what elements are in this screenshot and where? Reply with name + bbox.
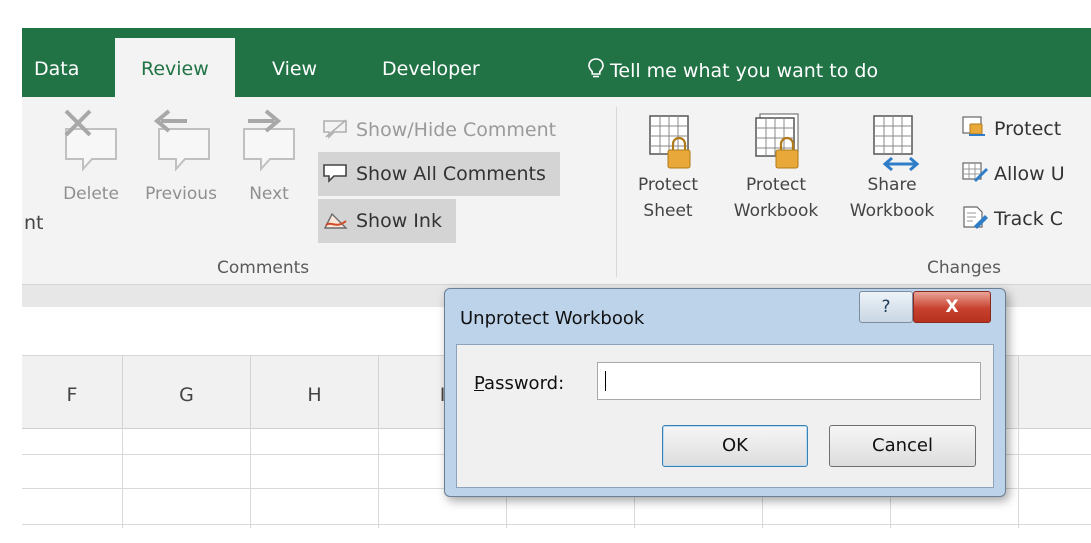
previous-comment-icon bbox=[153, 109, 210, 172]
grid-line bbox=[122, 428, 123, 528]
tab-view[interactable]: View bbox=[272, 58, 317, 80]
track-changes-icon bbox=[963, 206, 988, 229]
tab-developer[interactable]: Developer bbox=[382, 58, 480, 80]
next-comment-button[interactable]: Next bbox=[236, 107, 302, 207]
show-all-comments-button[interactable]: Show All Comments bbox=[318, 152, 560, 196]
delete-comment-button[interactable]: Delete bbox=[56, 107, 126, 207]
show-hide-comment-button[interactable]: Show/Hide Comment bbox=[322, 108, 556, 152]
help-button[interactable]: ? bbox=[859, 291, 913, 323]
close-button[interactable]: X bbox=[913, 291, 991, 323]
truncated-button-label: nt bbox=[24, 212, 44, 234]
grid-line bbox=[378, 428, 379, 528]
show-ink-icon bbox=[323, 212, 348, 229]
allow-users-icon bbox=[962, 162, 988, 182]
close-icon: X bbox=[945, 297, 959, 317]
column-header-h[interactable]: H bbox=[251, 356, 379, 428]
column-header-g[interactable]: G bbox=[123, 356, 251, 428]
previous-comment-button[interactable]: Previous bbox=[136, 107, 226, 207]
comments-group-label: Comments bbox=[217, 258, 310, 278]
ribbon-tab-bar: Data Review View Developer Tell me what … bbox=[22, 28, 1091, 98]
track-changes-button[interactable]: Track C bbox=[960, 205, 1063, 230]
group-separator bbox=[616, 107, 617, 277]
show-ink-button[interactable]: Show Ink bbox=[318, 199, 456, 243]
share-workbook-button[interactable]: Share Workbook bbox=[836, 112, 948, 224]
window-top-strip bbox=[0, 0, 1091, 28]
dialog-body: Password: OK Cancel bbox=[456, 344, 994, 488]
dialog-title: Unprotect Workbook bbox=[460, 308, 645, 329]
protect-workbook-icon bbox=[755, 113, 799, 169]
protect-sheet-button[interactable]: Protect Sheet bbox=[626, 112, 710, 224]
ok-button[interactable]: OK bbox=[662, 425, 808, 467]
password-input[interactable] bbox=[597, 362, 981, 400]
lightbulb-icon bbox=[588, 58, 604, 78]
tell-me-box[interactable]: Tell me what you want to do bbox=[588, 58, 878, 82]
cancel-button[interactable]: Cancel bbox=[829, 425, 976, 467]
share-workbook-icon bbox=[873, 115, 920, 172]
tell-me-text: Tell me what you want to do bbox=[610, 60, 879, 82]
protect-sheet-icon bbox=[649, 115, 691, 169]
text-cursor bbox=[605, 371, 606, 391]
protect-workbook-button[interactable]: Protect Workbook bbox=[720, 112, 832, 224]
delete-comment-icon bbox=[64, 109, 117, 172]
next-comment-icon bbox=[243, 109, 295, 172]
column-header-f[interactable]: F bbox=[22, 356, 123, 428]
show-hide-comment-icon bbox=[323, 119, 347, 139]
grid-line bbox=[1018, 428, 1019, 528]
changes-group-label: Changes bbox=[927, 258, 1001, 278]
tab-review[interactable]: Review bbox=[115, 38, 235, 98]
show-all-comments-icon bbox=[323, 164, 347, 183]
allow-users-edit-ranges-button[interactable]: Allow U bbox=[960, 160, 1065, 185]
grid-line bbox=[22, 524, 1091, 525]
grid-line bbox=[250, 428, 251, 528]
unprotect-workbook-dialog: Unprotect Workbook ? X Password: OK Canc… bbox=[444, 288, 1006, 497]
password-label: Password: bbox=[474, 373, 565, 394]
protect-shared-workbook-button[interactable]: Protect bbox=[960, 115, 1061, 140]
help-icon: ? bbox=[881, 297, 891, 317]
tab-data[interactable]: Data bbox=[34, 58, 79, 80]
protect-shared-icon bbox=[962, 116, 985, 136]
